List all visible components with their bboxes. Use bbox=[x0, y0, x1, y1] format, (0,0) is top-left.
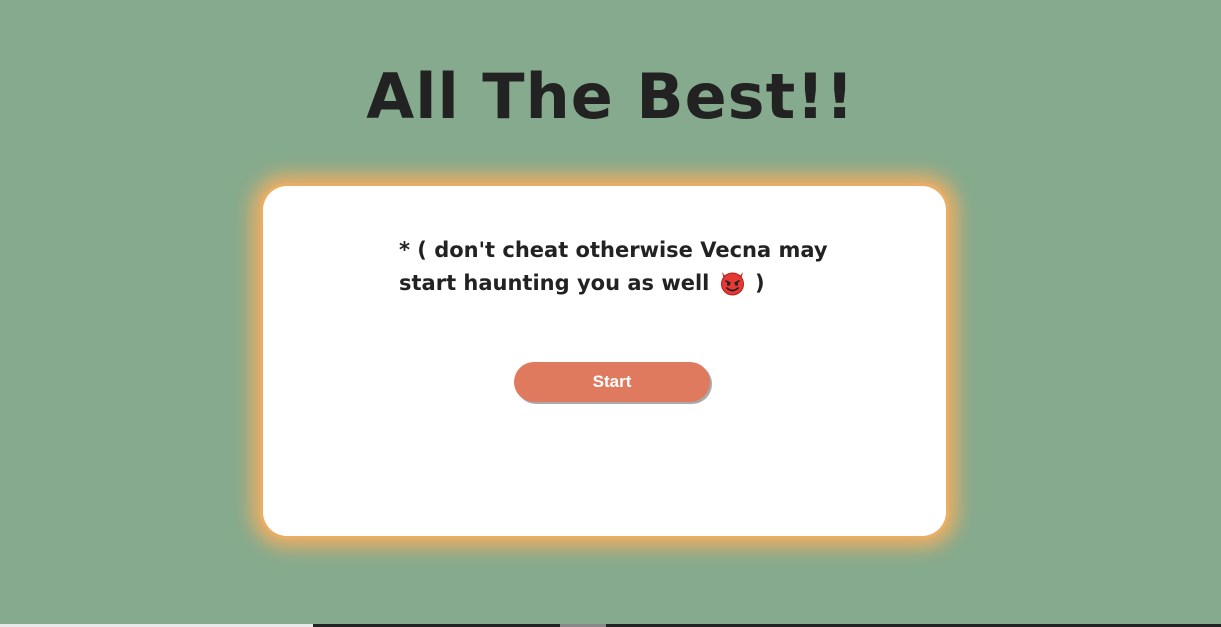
instructions-card: * ( don't cheat otherwise Vecna may star… bbox=[263, 186, 946, 536]
warning-message: * ( don't cheat otherwise Vecna may star… bbox=[399, 234, 839, 300]
smiling-devil-icon bbox=[719, 269, 746, 296]
start-button[interactable]: Start bbox=[514, 362, 710, 402]
page-title: All The Best!! bbox=[366, 60, 855, 133]
page: { "header": { "title": "All The Best!!" … bbox=[0, 0, 1221, 627]
warning-close: ) bbox=[755, 271, 765, 295]
